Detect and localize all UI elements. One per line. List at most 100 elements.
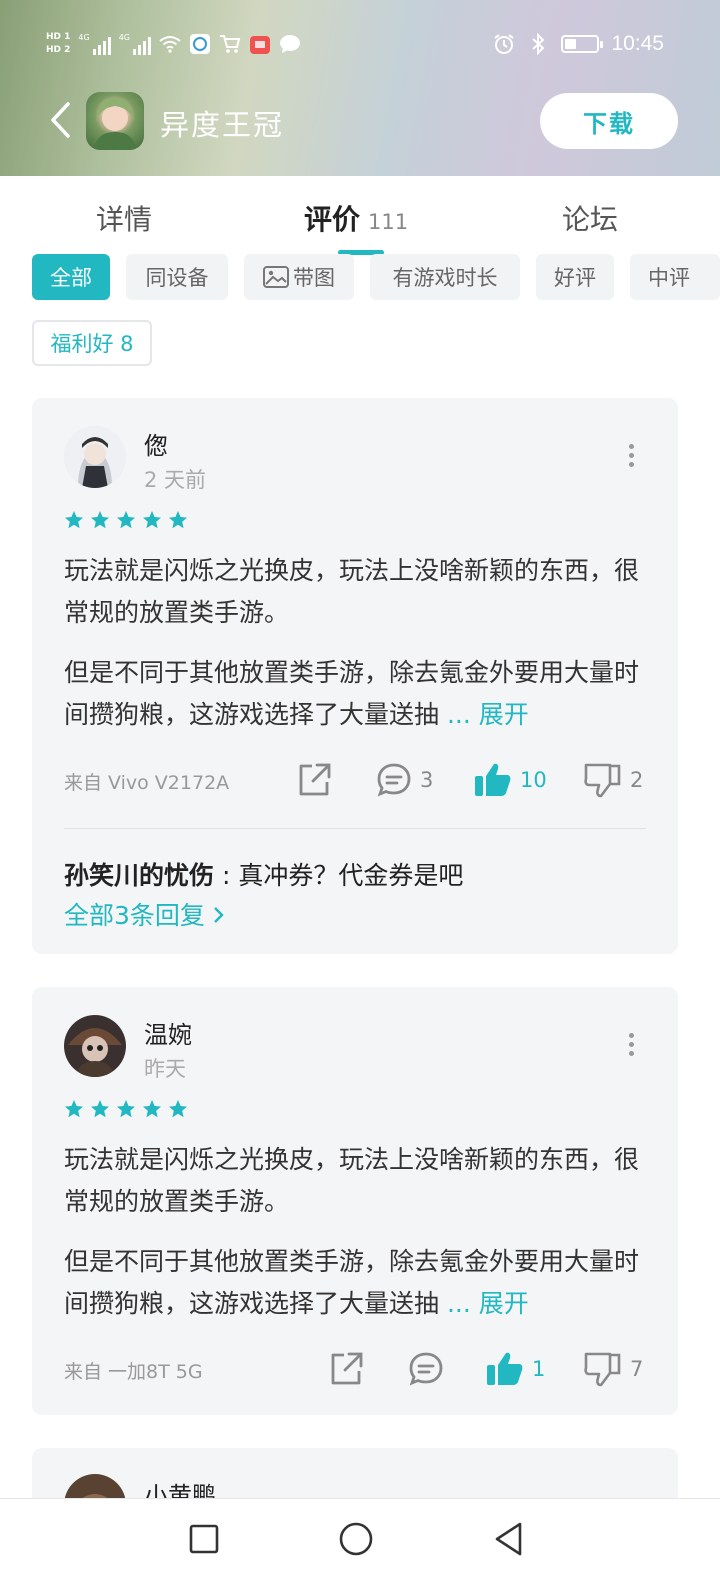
comment-icon [377, 763, 411, 797]
status-bar: HD 1 HD 2 4G 4G 10:45 [0, 22, 720, 66]
expand-link[interactable]: ... 展开 [447, 1289, 529, 1318]
filter-all[interactable]: 全部 [32, 254, 110, 300]
net2-label: 4G [118, 33, 130, 42]
tab-forum[interactable]: 论坛 [562, 198, 618, 238]
filter-positive[interactable]: 好评 [536, 254, 614, 300]
tab-reviews[interactable]: 评价 111 [304, 198, 408, 238]
dislike-button[interactable]: 7 [584, 1349, 643, 1389]
back-nav-button[interactable] [488, 1519, 528, 1559]
username[interactable]: 温婉 [144, 1015, 192, 1050]
avatar[interactable] [64, 1015, 126, 1077]
more-options-icon[interactable] [626, 444, 636, 468]
dislike-count: 2 [630, 768, 644, 792]
star-rating [64, 1099, 188, 1119]
divider [64, 828, 646, 829]
share-button[interactable] [296, 760, 332, 800]
reply-text: : 真冲券？代金券是吧 [221, 861, 464, 890]
review-actions: 来自 一加8T 5G 1 7 [64, 1349, 648, 1389]
username[interactable]: 偬 [144, 426, 168, 461]
filter-play-time[interactable]: 有游戏时长 [370, 254, 520, 300]
share-icon [331, 1352, 363, 1385]
wifi-icon [159, 34, 181, 54]
like-count: 1 [532, 1357, 546, 1381]
home-icon [339, 1522, 373, 1556]
download-button[interactable]: 下载 [540, 93, 678, 149]
like-button[interactable]: 1 [486, 1349, 545, 1389]
device-label: 来自 Vivo V2172A [64, 772, 230, 794]
bluetooth-icon [527, 33, 549, 55]
device-label: 来自 一加8T 5G [64, 1361, 203, 1383]
recent-apps-button[interactable] [184, 1519, 224, 1559]
review-text-more: 但是不同于其他放置类手游，除去氪金外要用大量时间攒狗粮，这游戏选择了大量送抽 .… [64, 1241, 654, 1325]
review-text-more: 但是不同于其他放置类手游，除去氪金外要用大量时间攒狗粮，这游戏选择了大量送抽 .… [64, 652, 654, 736]
avatar[interactable] [64, 426, 126, 488]
dislike-count: 7 [630, 1357, 644, 1381]
clock: 10:45 [611, 32, 664, 55]
net1-label: 4G [78, 33, 90, 42]
cart-icon [219, 34, 241, 54]
app-bar: 异度王冠 下载 [0, 88, 720, 152]
tab-details[interactable]: 详情 [96, 198, 152, 238]
message-app-icon [189, 34, 211, 54]
star-icon [169, 1100, 187, 1118]
dislike-button[interactable]: 2 [584, 760, 643, 800]
tab-reviews-label: 评价 [304, 203, 361, 236]
star-icon [91, 511, 109, 529]
comment-icon [409, 1352, 443, 1386]
review-card: 温婉 昨天 玩法就是闪烁之光换皮，玩法上没啥新颖的东西，很常规的放置类手游。 但… [32, 987, 678, 1415]
home-button[interactable] [336, 1519, 376, 1559]
more-options-icon[interactable] [626, 1033, 636, 1057]
hd-indicator: HD 1 HD 2 [46, 32, 70, 56]
share-icon [299, 763, 331, 796]
review-text-part: 但是不同于其他放置类手游，除去氪金外要用大量时间攒狗粮，这游戏选择了大量送抽 [64, 1247, 640, 1318]
filter-same-device[interactable]: 同设备 [126, 254, 228, 300]
star-icon [143, 511, 161, 529]
app-icon [86, 92, 144, 150]
app-title: 异度王冠 [160, 108, 285, 142]
app-header: HD 1 HD 2 4G 4G 10:45 异度王冠 下载 [0, 0, 720, 176]
star-rating [64, 510, 188, 530]
all-replies-label: 全部3条回复 [64, 901, 205, 930]
comment-count: 3 [420, 768, 434, 792]
filter-with-image[interactable]: 带图 [244, 254, 354, 300]
star-icon [169, 511, 187, 529]
recent-apps-icon [189, 1524, 219, 1554]
reply-preview[interactable]: 孙笑川的忧伤 : 真冲券？代金券是吧 [64, 856, 463, 892]
filter-neutral[interactable]: 中评 [630, 254, 720, 300]
system-nav-bar [0, 1498, 720, 1592]
gift-icon [249, 34, 271, 54]
filter-welfare[interactable]: 福利好 8 [32, 320, 152, 366]
back-triangle-icon [495, 1522, 522, 1556]
thumbs-up-icon [487, 1352, 523, 1385]
like-button[interactable]: 10 [474, 760, 547, 800]
image-icon [263, 266, 289, 288]
like-count: 10 [520, 768, 547, 792]
review-time: 2 天前 [144, 468, 207, 492]
thumbs-down-icon [584, 1352, 621, 1387]
hd2-label: HD 2 [46, 45, 71, 55]
filter-with-image-label: 带图 [293, 266, 335, 290]
expand-link[interactable]: ... 展开 [447, 700, 529, 729]
star-icon [91, 1100, 109, 1118]
share-button[interactable] [328, 1349, 364, 1389]
battery-icon [561, 35, 604, 53]
star-icon [117, 511, 135, 529]
tab-details-label: 详情 [96, 203, 153, 236]
all-replies-link[interactable]: 全部3条回复 [64, 896, 225, 932]
star-icon [65, 1100, 83, 1118]
review-card: 偬 2 天前 玩法就是闪烁之光换皮，玩法上没啥新颖的东西，很常规的放置类手游。 … [32, 398, 678, 954]
reply-user[interactable]: 孙笑川的忧伤 [64, 861, 214, 890]
thumbs-down-icon [584, 763, 621, 798]
star-icon [117, 1100, 135, 1118]
star-icon [143, 1100, 161, 1118]
chevron-right-icon [214, 907, 224, 923]
comment-button[interactable]: 3 [376, 760, 433, 800]
comment-button[interactable] [408, 1349, 452, 1389]
alarm-icon [493, 34, 515, 54]
star-icon [65, 511, 83, 529]
signal-1-icon: 4G [78, 33, 111, 55]
back-button[interactable] [40, 100, 80, 140]
review-time: 昨天 [144, 1057, 186, 1081]
tab-bar: 详情 评价 111 论坛 [0, 176, 720, 256]
review-text-part: 但是不同于其他放置类手游，除去氪金外要用大量时间攒狗粮，这游戏选择了大量送抽 [64, 658, 640, 729]
